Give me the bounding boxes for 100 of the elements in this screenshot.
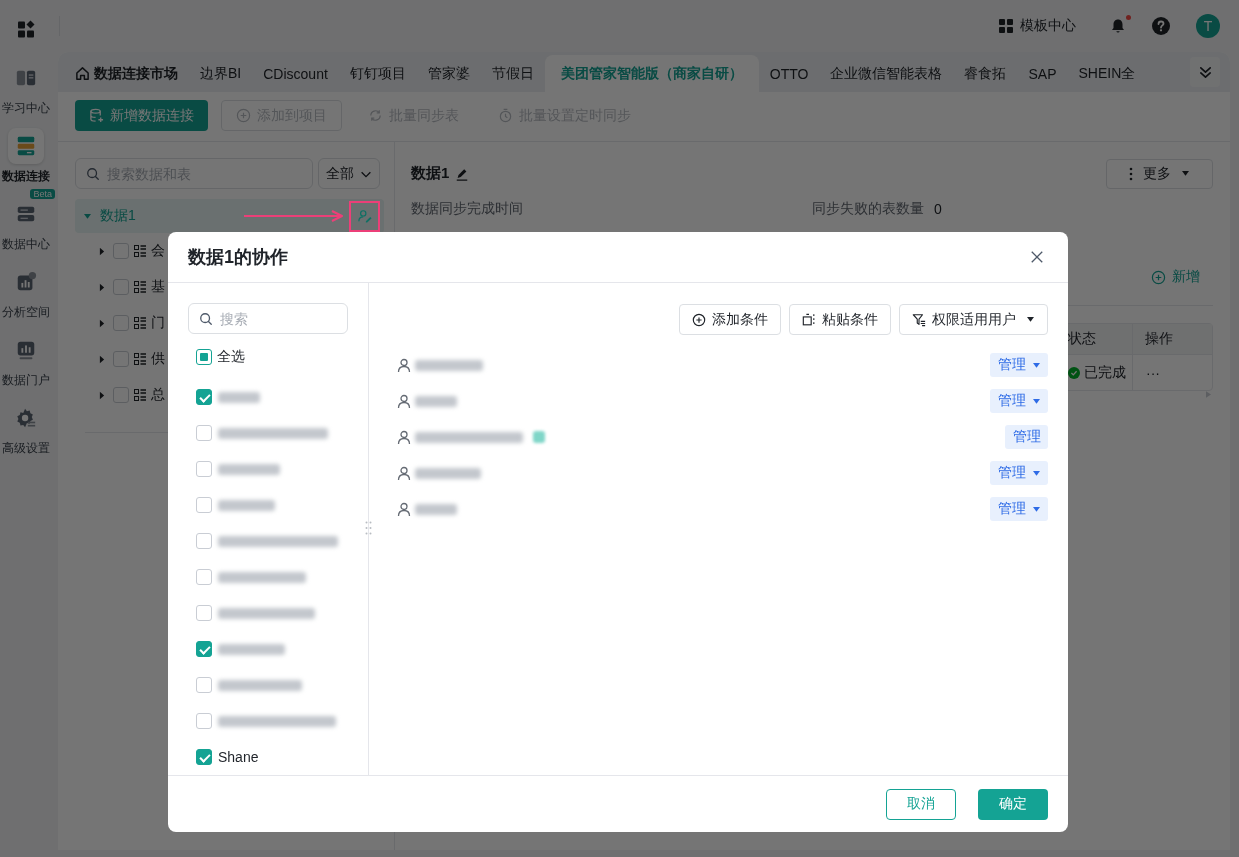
- checkbox[interactable]: [196, 425, 212, 441]
- plus-circle-icon: [236, 108, 251, 123]
- blurred-name: [218, 391, 260, 403]
- action-button[interactable]: 粘贴条件: [789, 304, 891, 335]
- select-all-label[interactable]: 全选: [217, 348, 245, 366]
- template-center-button[interactable]: 模板中心: [998, 17, 1076, 35]
- tab[interactable]: 管家婆: [416, 55, 481, 92]
- close-icon[interactable]: [1030, 250, 1044, 264]
- bell-icon[interactable]: [1110, 18, 1126, 34]
- caret-right-icon[interactable]: [99, 246, 105, 256]
- user-icon: [397, 358, 411, 372]
- more-tabs-button[interactable]: [1190, 57, 1220, 87]
- tab[interactable]: CDiscount: [252, 55, 339, 92]
- field-value: 0: [934, 201, 942, 217]
- home-icon: [75, 66, 90, 81]
- tab[interactable]: 钉钉项目: [338, 55, 417, 92]
- checkbox[interactable]: [113, 387, 129, 403]
- chart-icon: [15, 271, 37, 293]
- tree-node[interactable]: 数据1: [75, 199, 384, 233]
- caret-down-icon[interactable]: [83, 212, 92, 220]
- checkbox[interactable]: [196, 533, 212, 549]
- tree-item[interactable]: 会: [151, 242, 165, 260]
- dialog-title: 数据1的协作: [188, 246, 288, 269]
- action-button[interactable]: 添加条件: [679, 304, 781, 335]
- filter-dropdown[interactable]: 全部: [318, 158, 380, 189]
- settings-icon: [15, 407, 37, 429]
- scroll-arrow-icon[interactable]: [1206, 391, 1211, 398]
- tab[interactable]: 睿食拓: [953, 55, 1018, 92]
- paste-icon: [802, 312, 816, 327]
- search-field[interactable]: 搜索: [188, 303, 348, 334]
- role-dropdown[interactable]: 管理: [990, 497, 1048, 521]
- sync-icon: [368, 108, 383, 123]
- filter-icon: [912, 312, 926, 327]
- caret-right-icon[interactable]: [99, 390, 105, 400]
- select-all-checkbox[interactable]: [196, 349, 212, 365]
- plus-circle-icon: [692, 312, 706, 327]
- row-action-button[interactable]: ···: [1132, 354, 1212, 390]
- tab[interactable]: SHEIN全: [1067, 55, 1147, 92]
- checkbox[interactable]: [113, 279, 129, 295]
- checkbox[interactable]: [196, 605, 212, 621]
- tree-item[interactable]: 供: [151, 350, 165, 368]
- tab[interactable]: 数据连接市场: [64, 55, 189, 92]
- caret-right-icon[interactable]: [99, 318, 105, 328]
- plus-circle-icon: [1151, 269, 1166, 285]
- checkbox[interactable]: [196, 749, 212, 765]
- tab[interactable]: 美团管家智能版（商家自研）: [544, 55, 759, 92]
- tab[interactable]: 边界BI: [189, 55, 253, 92]
- role-dropdown[interactable]: 管理: [990, 389, 1048, 413]
- checkbox[interactable]: [113, 351, 129, 367]
- role-dropdown[interactable]: 管理: [1005, 425, 1048, 449]
- checkbox[interactable]: [113, 315, 129, 331]
- add-button[interactable]: 新增: [1151, 265, 1213, 289]
- tree-item[interactable]: 基: [151, 278, 165, 296]
- checkbox[interactable]: [196, 569, 212, 585]
- user-edit-icon[interactable]: [357, 209, 372, 223]
- tab[interactable]: OTTO: [758, 55, 820, 92]
- edit-icon[interactable]: [455, 166, 470, 181]
- checkbox[interactable]: [113, 243, 129, 259]
- checkbox[interactable]: [196, 641, 212, 657]
- tab[interactable]: SAP: [1017, 55, 1068, 92]
- sidebar-item[interactable]: 数据门户: [0, 332, 52, 388]
- caret-right-icon[interactable]: [99, 354, 105, 364]
- table-icon: [134, 353, 146, 365]
- role-dropdown[interactable]: 管理: [990, 461, 1048, 485]
- more-button[interactable]: 更多: [1106, 158, 1213, 189]
- caret-down-icon: [1032, 469, 1041, 477]
- confirm-button[interactable]: 确定: [978, 788, 1048, 820]
- tab[interactable]: 企业微信智能表格: [819, 55, 954, 92]
- database-plus-icon: [89, 108, 104, 123]
- cancel-button[interactable]: 取消: [886, 788, 956, 820]
- blurred-name: [415, 395, 457, 407]
- table-icon: [134, 317, 146, 329]
- member-name[interactable]: Shane: [218, 749, 259, 765]
- role-dropdown[interactable]: 管理: [990, 353, 1048, 377]
- checkbox[interactable]: [196, 713, 212, 729]
- drag-handle-icon[interactable]: [365, 521, 372, 535]
- grid-icon: [998, 18, 1014, 34]
- checkbox[interactable]: [196, 389, 212, 405]
- sidebar-item[interactable]: 高级设置: [0, 400, 52, 456]
- tab[interactable]: 节假日: [480, 55, 545, 92]
- caret-down-icon: [1032, 361, 1041, 369]
- tree-item[interactable]: 总: [151, 386, 165, 404]
- checkbox[interactable]: [196, 461, 212, 477]
- column-header: 操作: [1132, 324, 1212, 354]
- action-button[interactable]: 权限适用用户: [899, 304, 1048, 335]
- sidebar-item[interactable]: 学习中心: [0, 60, 52, 116]
- sidebar-item[interactable]: 数据连接: [0, 128, 52, 184]
- caret-right-icon[interactable]: [99, 282, 105, 292]
- toolbar-button[interactable]: 新增数据连接: [75, 100, 208, 131]
- table-icon: [134, 389, 146, 401]
- logo-icon[interactable]: [17, 20, 35, 38]
- blurred-name: [415, 359, 483, 371]
- help-icon[interactable]: [1152, 17, 1170, 35]
- user-icon: [397, 502, 411, 516]
- checkbox[interactable]: [196, 677, 212, 693]
- avatar[interactable]: T: [1196, 14, 1220, 38]
- field-label: 同步失败的表数量: [812, 200, 924, 218]
- sidebar-item[interactable]: 分析空间: [0, 264, 52, 320]
- checkbox[interactable]: [196, 497, 212, 513]
- tree-item[interactable]: 门: [151, 314, 165, 332]
